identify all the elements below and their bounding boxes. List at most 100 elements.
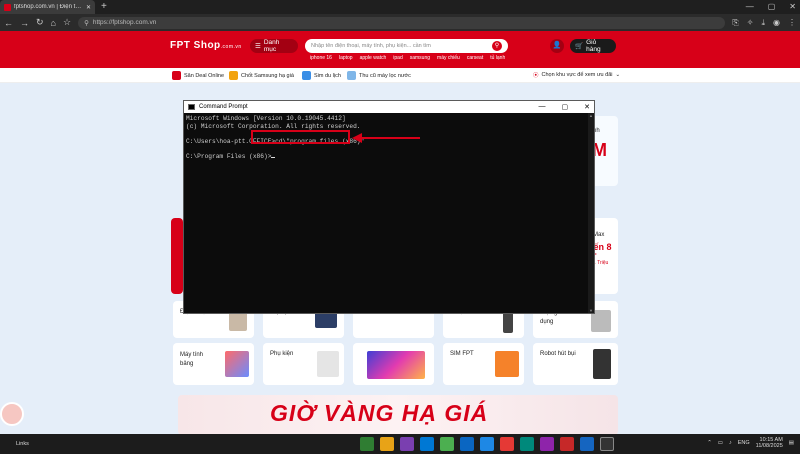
windows-taskbar: Links ⌃ ▭ ♪ ENG 10:15 AM 11/08/2025 ▤	[0, 434, 800, 454]
scroll-up-icon[interactable]: ▲	[588, 113, 594, 118]
category-card-sim[interactable]: SIM FPT	[443, 343, 524, 385]
keyword-link[interactable]: tủ lạnh	[490, 55, 505, 61]
powerpoint-icon[interactable]	[560, 437, 574, 451]
promo-deal-online[interactable]: Săn Deal Online	[172, 71, 224, 80]
minimize-icon[interactable]: —	[746, 0, 754, 14]
app-icon-2[interactable]	[520, 437, 534, 451]
bookmark-star-icon[interactable]: ☆	[63, 17, 71, 28]
keyword-link[interactable]: apple watch	[360, 55, 387, 61]
screen: fptshop.com.vn | Điện thoại, Laptop ✕ + …	[0, 0, 800, 454]
word-icon[interactable]	[580, 437, 594, 451]
excel-icon[interactable]	[360, 437, 374, 451]
cmd-titlebar[interactable]: Command Prompt — ▢ ✕	[184, 101, 594, 113]
edge-icon[interactable]	[480, 437, 494, 451]
sim-icon	[302, 71, 311, 80]
hamburger-icon: ☰	[255, 43, 261, 50]
app-icon[interactable]	[500, 437, 514, 451]
console-line: (c) Microsoft Corporation. All rights re…	[186, 122, 361, 130]
reload-icon[interactable]: ↻	[36, 17, 44, 28]
promo-samsung[interactable]: Chốt Samsung hạ giá	[229, 71, 294, 80]
keyword-link[interactable]: samsung	[410, 55, 430, 61]
cart-label: Giỏ hàng	[586, 39, 601, 53]
keyword-link[interactable]: ipad	[393, 55, 402, 61]
cmd-minimize-icon[interactable]: —	[539, 103, 546, 111]
profile-icon[interactable]: ◉	[773, 18, 780, 28]
bottom-banner-title: GIỜ VÀNG HẠ GIÁ	[270, 400, 489, 426]
forward-icon[interactable]: →	[20, 18, 29, 28]
cmd-close-icon[interactable]: ✕	[584, 103, 590, 111]
user-account-icon[interactable]: 👤	[550, 39, 564, 53]
explorer-icon[interactable]	[380, 437, 394, 451]
category-card-tablet[interactable]: Máy tính bảng	[173, 343, 254, 385]
keyword-link[interactable]: iphone 16	[310, 55, 332, 61]
window-controls: — ▢ ✕	[746, 0, 796, 14]
scroll-down-icon[interactable]: ▼	[588, 308, 594, 313]
location-pin-icon: ⦿	[533, 73, 539, 79]
category-label: Danh mục	[263, 39, 280, 53]
console-prompt-line: C:\Program Files (x86)>	[186, 153, 588, 161]
system-tray: ⌃ ▭ ♪ ENG 10:15 AM 11/08/2025 ▤	[707, 437, 794, 449]
tray-chevron-icon[interactable]: ⌃	[707, 440, 712, 446]
close-window-icon[interactable]: ✕	[789, 0, 796, 14]
notification-icon[interactable]: ▤	[789, 440, 794, 446]
onenote-icon[interactable]	[540, 437, 554, 451]
input-language[interactable]: ENG	[738, 440, 750, 446]
downloads-icon[interactable]: ⤓	[761, 18, 765, 28]
network-icon[interactable]: ▭	[718, 440, 723, 446]
volume-icon[interactable]: ♪	[729, 440, 732, 446]
cmd-maximize-icon[interactable]: ▢	[562, 103, 569, 111]
sim-thumbnail	[495, 351, 519, 377]
chrome-icon[interactable]	[440, 437, 454, 451]
maximize-icon[interactable]: ▢	[768, 0, 776, 14]
left-banner-mid[interactable]	[171, 218, 183, 294]
floating-promo-icon[interactable]	[0, 402, 24, 426]
search-icon[interactable]: ⚲	[492, 41, 502, 51]
promo-sim[interactable]: Sim du lịch	[302, 71, 341, 80]
teams-icon[interactable]	[400, 437, 414, 451]
site-info-icon[interactable]: ⚲	[84, 19, 89, 27]
browser-tab[interactable]: fptshop.com.vn | Điện thoại, Laptop ✕	[0, 0, 95, 14]
search-input[interactable]: Nhập tên điện thoại, máy tính, phụ kiện.…	[305, 39, 508, 53]
promo-bar: Săn Deal Online Chốt Samsung hạ giá Sim …	[0, 68, 800, 83]
console-line: Microsoft Windows [Version 10.0.19045.44…	[186, 115, 346, 122]
address-bar[interactable]: ⚲ https://fptshop.com.vn	[78, 16, 726, 29]
extensions-icon[interactable]: ✧	[747, 18, 754, 28]
keyword-link[interactable]: laptop	[339, 55, 353, 61]
new-tab-button[interactable]: +	[101, 0, 107, 14]
robot-thumbnail	[593, 349, 611, 379]
back-icon[interactable]: ←	[4, 18, 13, 28]
category-button[interactable]: ☰ Danh mục	[250, 39, 298, 53]
deal-icon	[172, 71, 181, 80]
fpt-shop-logo[interactable]: FPT Shop.com.vn	[170, 40, 242, 51]
tv-thumbnail	[367, 351, 425, 379]
fptshop-favicon-icon	[4, 3, 11, 11]
cmd-scrollbar[interactable]: ▲ ▼	[588, 113, 594, 313]
cart-button[interactable]: 🛒 Giỏ hàng	[570, 39, 616, 53]
cmd-taskbar-icon[interactable]	[600, 437, 614, 451]
menu-icon[interactable]: ⋮	[788, 18, 796, 28]
cmd-app-icon	[188, 104, 195, 110]
zalo-icon[interactable]	[460, 437, 474, 451]
keyword-link[interactable]: carseat	[467, 55, 483, 61]
home-icon[interactable]: ⌂	[51, 18, 56, 28]
site-header: FPT Shop.com.vn ☰ Danh mục Nhập tên điện…	[0, 31, 800, 68]
translate-icon[interactable]: ⎘	[732, 18, 738, 28]
location-selector[interactable]: ⦿ Chọn khu vực để xem ưu đãi ⌄	[533, 71, 620, 79]
category-card-robot[interactable]: Robot hút bụi	[533, 343, 618, 385]
phone-thumbnail	[229, 311, 247, 331]
category-card-tv-image[interactable]	[353, 343, 434, 385]
clock[interactable]: 10:15 AM 11/08/2025	[756, 437, 783, 449]
close-tab-icon[interactable]: ✕	[86, 4, 91, 11]
outlook-icon[interactable]	[420, 437, 434, 451]
clock-date: 11/08/2025	[755, 443, 783, 449]
cart-icon: 🛒	[575, 43, 584, 50]
promo-water-filter[interactable]: Thu cũ máy lọc nước	[347, 71, 411, 80]
keyword-link[interactable]: máy chiếu	[437, 55, 460, 61]
search-keywords: iphone 16 laptop apple watch ipad samsun…	[310, 55, 505, 61]
links-toolbar[interactable]: Links	[16, 441, 29, 447]
console-output[interactable]: Microsoft Windows [Version 10.0.19045.44…	[186, 115, 588, 313]
category-card-accessories[interactable]: Phụ kiện	[263, 343, 344, 385]
water-filter-icon	[347, 71, 356, 80]
cmd-title: Command Prompt	[199, 104, 248, 110]
